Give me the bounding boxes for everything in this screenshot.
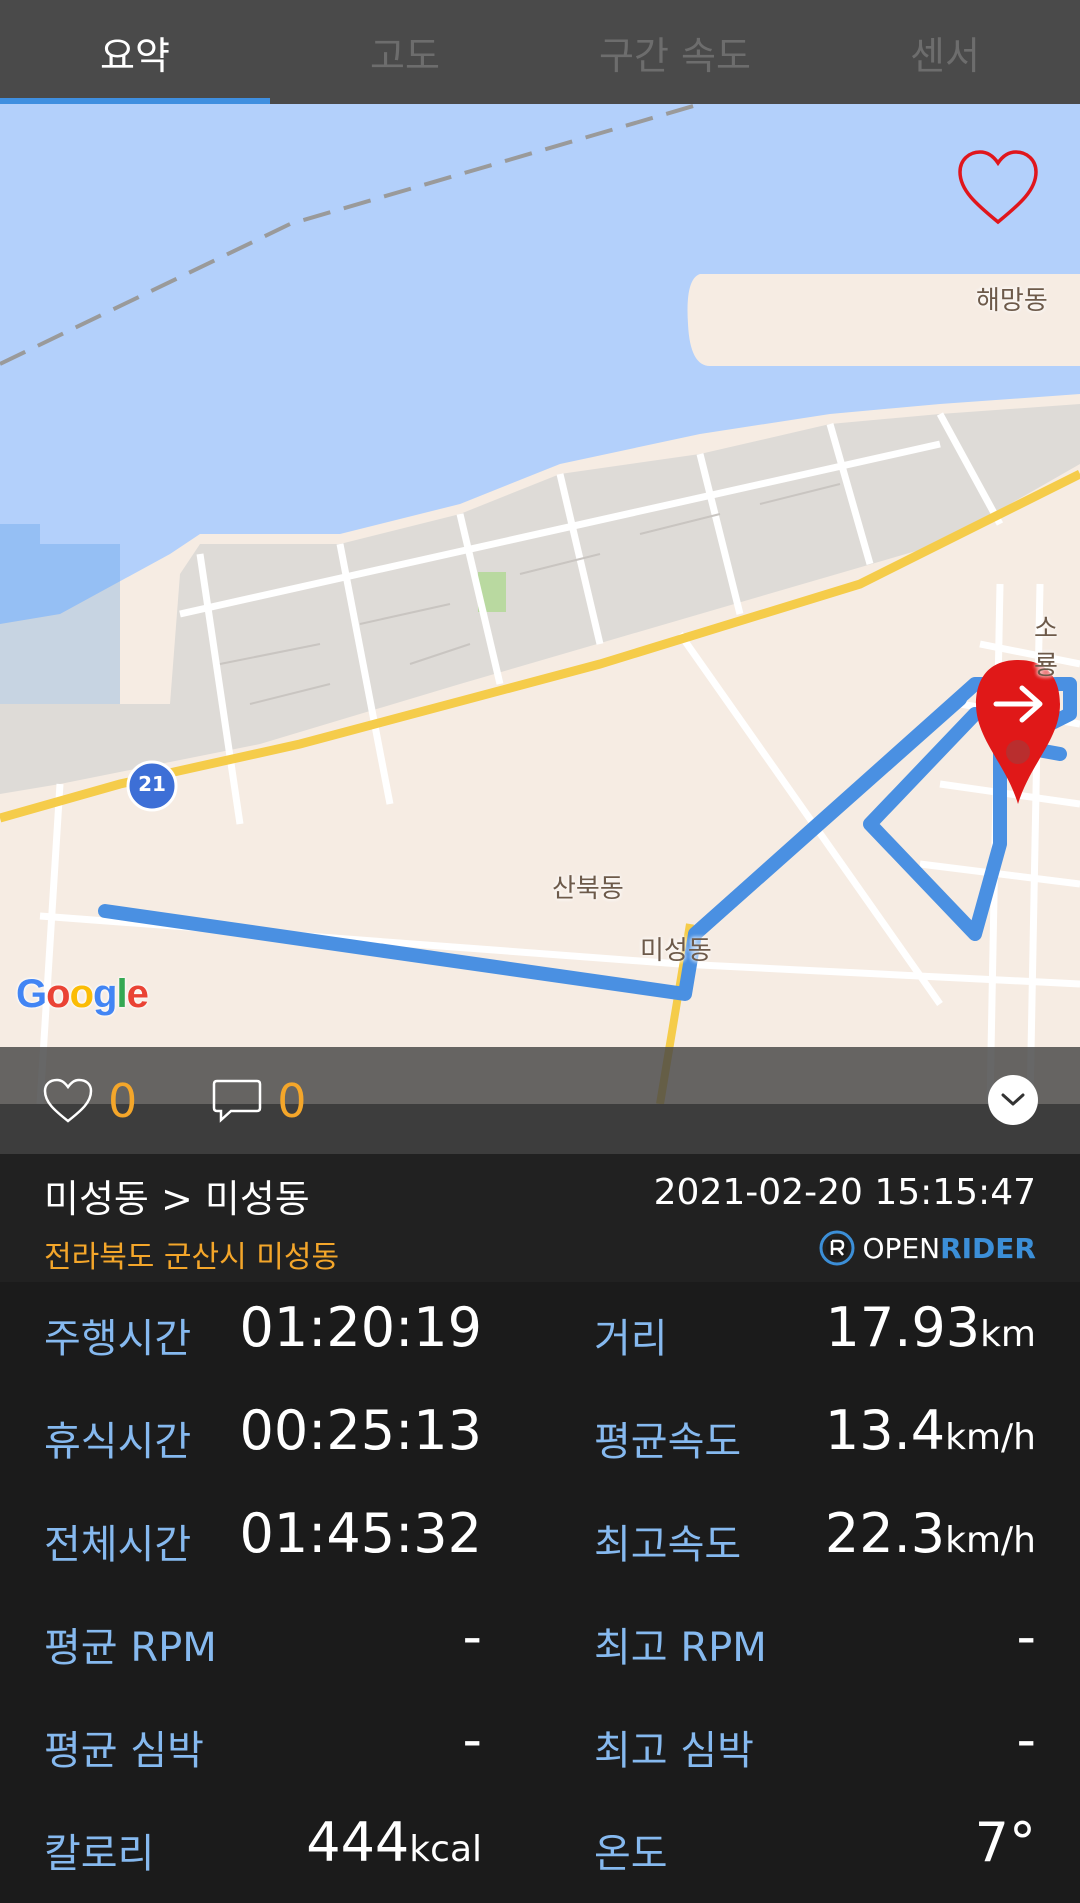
stat-row: 평균 심박 - 최고 심박 - (0, 1694, 1080, 1797)
max-heart-rate-value: - (1016, 1708, 1037, 1771)
social-bar: 0 0 (0, 1047, 1080, 1154)
max-rpm-label: 최고 RPM (594, 1625, 767, 1671)
max-speed-label: 최고속도 (594, 1522, 742, 1568)
total-time-value: 01:45:32 (239, 1502, 482, 1565)
tab-section-speed[interactable]: 구간 속도 (540, 0, 810, 104)
ride-datetime: 2021-02-20 15:15:47 (653, 1172, 1036, 1213)
tab-bar: 요약 고도 구간 속도 센서 (0, 0, 1080, 104)
riding-time-value: 01:20:19 (239, 1296, 482, 1359)
route-info: 미성동 > 미성동 전라북도 군산시 미성동 2021-02-20 15:15:… (0, 1154, 1080, 1282)
route-title: 미성동 > 미성동 (44, 1177, 310, 1221)
avg-speed-label: 평균속도 (594, 1419, 742, 1465)
map-label-miseong: 미성동 (640, 936, 712, 966)
avg-rpm-value: - (462, 1605, 483, 1668)
avg-heart-rate-label: 평균 심박 (44, 1728, 204, 1774)
map-canvas (0, 104, 1080, 1104)
comment-count: 0 (277, 1073, 307, 1128)
tab-sensor-label: 센서 (910, 33, 980, 78)
max-rpm-value: - (1016, 1605, 1037, 1668)
tab-elevation[interactable]: 고도 (270, 0, 540, 104)
favorite-heart-icon[interactable] (956, 148, 1040, 228)
tab-summary[interactable]: 요약 (0, 0, 270, 104)
map-label-soryong: 소룡 (1034, 614, 1058, 681)
stat-row: 칼로리 444kcal 온도 7° (0, 1797, 1080, 1900)
brand-rider-text: RIDER (940, 1231, 1036, 1265)
tab-sensor[interactable]: 센서 (810, 0, 1080, 104)
tab-section-speed-label: 구간 속도 (599, 33, 751, 78)
temperature-label: 온도 (594, 1831, 668, 1877)
like-button[interactable]: 0 (42, 1074, 137, 1128)
tab-summary-label: 요약 (100, 33, 170, 78)
comment-bubble-icon (213, 1079, 262, 1123)
max-speed-value: 22.3km/h (824, 1502, 1036, 1565)
route-map[interactable]: 해망동 산북동 미성동 소룡 21 Google (0, 104, 1080, 1104)
avg-heart-rate-value: - (462, 1708, 483, 1771)
comment-button[interactable]: 0 (211, 1073, 307, 1128)
like-count: 0 (108, 1073, 138, 1128)
temperature-value: 7° (974, 1811, 1036, 1874)
stat-row: 전체시간 01:45:32 최고속도 22.3km/h (0, 1488, 1080, 1591)
total-time-label: 전체시간 (44, 1522, 192, 1568)
riding-time-label: 주행시간 (44, 1316, 192, 1362)
route-21-number: 21 (138, 772, 166, 796)
rest-time-label: 휴식시간 (44, 1419, 192, 1465)
max-heart-rate-label: 최고 심박 (594, 1728, 754, 1774)
route-location: 전라북도 군산시 미성동 (44, 1240, 340, 1275)
like-heart-icon (43, 1078, 93, 1123)
calories-value: 444kcal (306, 1811, 482, 1874)
rest-time-value: 00:25:13 (239, 1399, 482, 1462)
chevron-down-icon (1001, 1093, 1025, 1106)
map-label-sanbuk: 산북동 (552, 874, 624, 904)
openrider-brand: OPEN RIDER (819, 1230, 1036, 1266)
expand-button[interactable] (988, 1075, 1038, 1125)
calories-label: 칼로리 (44, 1831, 155, 1877)
tab-elevation-label: 고도 (370, 33, 440, 78)
avg-rpm-label: 평균 RPM (44, 1625, 217, 1671)
avg-speed-value: 13.4km/h (824, 1399, 1036, 1462)
stat-row: 주행시간 01:20:19 거리 17.93km (0, 1282, 1080, 1385)
map-label-haemang: 해망동 (976, 286, 1048, 316)
stat-row: 휴식시간 00:25:13 평균속도 13.4km/h (0, 1385, 1080, 1488)
ride-stats: 주행시간 01:20:19 거리 17.93km 휴식시간 00:25:13 평… (0, 1282, 1080, 1903)
stat-row: 평균 RPM - 최고 RPM - (0, 1591, 1080, 1694)
openrider-logo-icon (819, 1230, 855, 1266)
distance-label: 거리 (594, 1316, 668, 1362)
distance-value: 17.93km (825, 1296, 1036, 1359)
google-logo: Google (16, 972, 149, 1016)
brand-open-text: OPEN (862, 1231, 941, 1265)
